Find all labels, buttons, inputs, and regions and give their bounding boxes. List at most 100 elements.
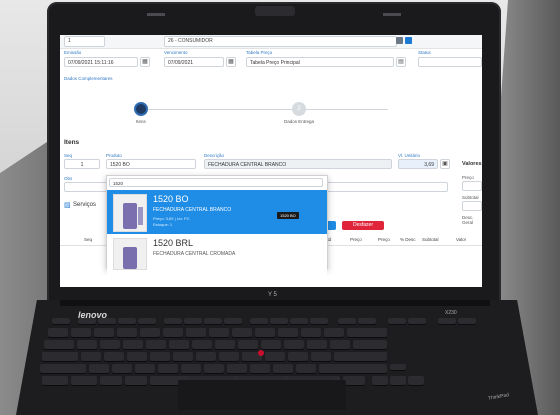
key-x[interactable] [112, 364, 132, 373]
key-5[interactable] [163, 328, 183, 337]
key-m[interactable] [227, 364, 247, 373]
key-i[interactable] [238, 340, 258, 349]
key-backslash[interactable] [353, 340, 387, 349]
key-minus[interactable] [301, 328, 321, 337]
key-1[interactable] [71, 328, 91, 337]
key-l[interactable] [265, 352, 285, 361]
key-6[interactable] [186, 328, 206, 337]
key-backspace[interactable] [347, 328, 387, 337]
calendar-icon[interactable]: ▦ [140, 57, 150, 67]
key-u[interactable] [215, 340, 235, 349]
key-v[interactable] [158, 364, 178, 373]
key-lbracket[interactable] [307, 340, 327, 349]
key-pgdn[interactable] [458, 318, 476, 324]
price-info-icon[interactable]: ▣ [440, 159, 450, 169]
key-7[interactable] [209, 328, 229, 337]
key-f7[interactable] [204, 318, 222, 324]
key-t[interactable] [169, 340, 189, 349]
key-tab[interactable] [44, 340, 74, 349]
key-f[interactable] [150, 352, 170, 361]
key-lalt[interactable] [125, 376, 147, 385]
emissao-field[interactable]: 07/09/2021 15:11:16 [64, 57, 138, 67]
key-n[interactable] [204, 364, 224, 373]
key-right[interactable] [408, 376, 424, 385]
key-d[interactable] [127, 352, 147, 361]
key-quote[interactable] [311, 352, 331, 361]
dados-complementares-link[interactable]: Dados Complementares [64, 76, 113, 81]
key-period[interactable] [273, 364, 293, 373]
key-f5[interactable] [164, 318, 182, 324]
key-f2[interactable] [98, 318, 116, 324]
servicos-label[interactable]: Serviços [73, 202, 96, 208]
key-r[interactable] [146, 340, 166, 349]
key-slash[interactable] [296, 364, 316, 373]
vencimento-field[interactable]: 07/09/2021 [164, 57, 224, 67]
key-f1[interactable] [78, 318, 96, 324]
key-rshift[interactable] [319, 364, 387, 373]
right-preco-field[interactable] [462, 181, 482, 191]
trackpad[interactable] [178, 380, 346, 410]
key-w[interactable] [100, 340, 120, 349]
undo-button[interactable]: Desfazer [342, 221, 384, 230]
seq-field[interactable]: 1 [64, 159, 100, 169]
tabela-select[interactable]: Tabela Preço Principal [246, 57, 394, 67]
key-insert[interactable] [338, 318, 356, 324]
key-comma[interactable] [250, 364, 270, 373]
key-up[interactable] [390, 364, 406, 370]
key-j[interactable] [219, 352, 239, 361]
key-p[interactable] [284, 340, 304, 349]
key-rbracket[interactable] [330, 340, 350, 349]
key-9[interactable] [255, 328, 275, 337]
key-f10[interactable] [270, 318, 288, 324]
produto-field[interactable]: 1520 BO [106, 159, 196, 169]
key-f12[interactable] [310, 318, 328, 324]
key-2[interactable] [94, 328, 114, 337]
key-f9[interactable] [250, 318, 268, 324]
key-y[interactable] [192, 340, 212, 349]
dropdown-option-1[interactable]: 1520 BO FECHADURA CENTRAL BRANCO Preço: … [107, 190, 327, 234]
key-s[interactable] [104, 352, 124, 361]
key-8[interactable] [232, 328, 252, 337]
key-left[interactable] [372, 376, 388, 385]
key-h[interactable] [196, 352, 216, 361]
key-semicolon[interactable] [288, 352, 308, 361]
preco-field[interactable]: 3,69 [398, 159, 438, 169]
key-0[interactable] [278, 328, 298, 337]
key-g[interactable] [173, 352, 193, 361]
key-3[interactable] [117, 328, 137, 337]
key-e[interactable] [123, 340, 143, 349]
calendar-icon-2[interactable]: ▦ [226, 57, 236, 67]
key-lctrl[interactable] [71, 376, 97, 385]
key-c[interactable] [135, 364, 155, 373]
key-f6[interactable] [184, 318, 202, 324]
key-pgup[interactable] [438, 318, 456, 324]
key-fn[interactable] [42, 376, 68, 385]
dropdown-search-input[interactable]: 1520 [109, 178, 323, 187]
key-end[interactable] [408, 318, 426, 324]
key-b[interactable] [181, 364, 201, 373]
left-select[interactable]: 1 [64, 36, 105, 47]
key-esc[interactable] [52, 318, 70, 324]
key-down[interactable] [390, 376, 406, 385]
key-backtick[interactable] [48, 328, 68, 337]
dropdown-option-2[interactable]: 1520 BRL FECHADURA CENTRAL CROMADA [107, 234, 327, 278]
key-f11[interactable] [290, 318, 308, 324]
key-delete[interactable] [358, 318, 376, 324]
key-rctrl[interactable] [343, 376, 365, 385]
key-win[interactable] [100, 376, 122, 385]
add-customer-icon[interactable] [405, 37, 412, 44]
key-a[interactable] [81, 352, 101, 361]
table-list-icon[interactable]: ▤ [396, 57, 406, 67]
key-lshift[interactable] [40, 364, 86, 373]
key-q[interactable] [77, 340, 97, 349]
key-f4[interactable] [138, 318, 156, 324]
trackpoint[interactable] [258, 350, 264, 356]
step-2-indicator[interactable]: 2 [292, 102, 306, 116]
key-f8[interactable] [224, 318, 242, 324]
key-z[interactable] [89, 364, 109, 373]
key-4[interactable] [140, 328, 160, 337]
step-1-indicator[interactable] [134, 102, 148, 116]
key-capslock[interactable] [42, 352, 78, 361]
key-o[interactable] [261, 340, 281, 349]
key-equals[interactable] [324, 328, 344, 337]
